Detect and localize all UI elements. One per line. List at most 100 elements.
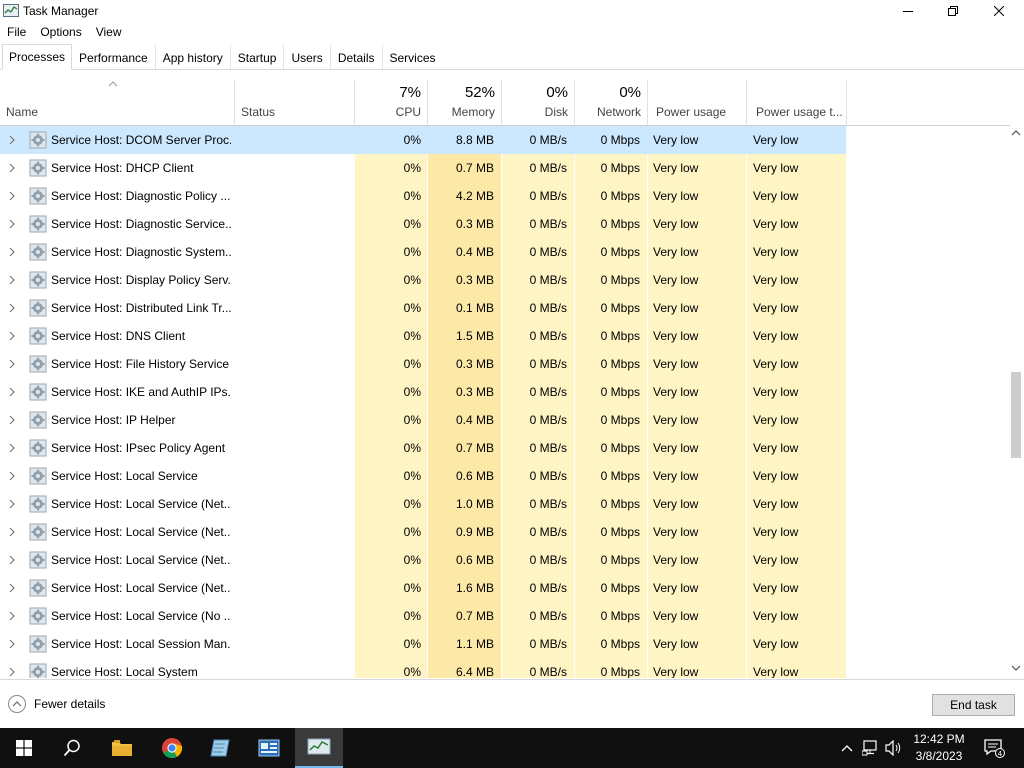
expand-chevron-icon[interactable] (8, 582, 16, 594)
cell-cpu: 0% (403, 385, 421, 399)
menu-file[interactable]: File (0, 22, 33, 42)
expand-chevron-icon[interactable] (8, 246, 16, 258)
expand-chevron-icon[interactable] (8, 554, 16, 566)
scrollbar-thumb[interactable] (1011, 372, 1021, 458)
network-icon (862, 740, 877, 756)
taskbar-clock[interactable]: 12:42 PM 3/8/2023 (904, 731, 974, 765)
column-header-power-usage-trend[interactable]: Power usage t... (747, 70, 846, 125)
process-row[interactable]: Service Host: Local Service (Net... 0% 1.6… (0, 574, 846, 602)
process-name: Service Host: Local Service (Net... (51, 497, 231, 511)
process-row[interactable]: Service Host: Diagnostic Policy ... 0% 4.2… (0, 182, 846, 210)
cell-power-usage-trend: Very low (753, 553, 799, 567)
action-center-button[interactable]: 4 (980, 728, 1008, 768)
process-row[interactable]: Service Host: DNS Client 0% 1.5 MB 0 MB/s 0 … (0, 322, 846, 350)
column-header-network[interactable]: 0% Network (575, 70, 647, 125)
column-header-name[interactable]: Name (0, 70, 234, 125)
network-status-button[interactable] (860, 728, 882, 768)
expand-chevron-icon[interactable] (8, 162, 16, 174)
process-row[interactable]: Service Host: Local Service (Net... 0% 0.6… (0, 546, 846, 574)
process-row[interactable]: Service Host: DCOM Server Proc... 0% 8.8 M… (0, 126, 846, 154)
process-row[interactable]: Service Host: Local Session Man... 0% 1.1 … (0, 630, 846, 658)
tab-processes[interactable]: Processes (2, 44, 73, 70)
tab-users[interactable]: Users (284, 45, 329, 69)
network-app-icon (258, 739, 280, 757)
expand-chevron-icon[interactable] (8, 526, 16, 538)
expand-chevron-icon[interactable] (8, 470, 16, 482)
cell-memory: 1.1 MB (455, 637, 494, 651)
vertical-scrollbar[interactable] (1008, 126, 1024, 678)
tab-details[interactable]: Details (331, 45, 382, 69)
start-button[interactable] (0, 728, 48, 768)
process-row[interactable]: Service Host: Local System 0% 6.4 MB 0 MB/s… (0, 658, 846, 678)
column-header-disk[interactable]: 0% Disk (502, 70, 574, 125)
tab-services[interactable]: Services (383, 45, 443, 69)
expand-chevron-icon[interactable] (8, 330, 16, 342)
column-header-memory[interactable]: 52% Memory (428, 70, 501, 125)
cell-cpu: 0% (403, 469, 421, 483)
task-manager-icon (307, 738, 331, 755)
column-label-status: Status (241, 105, 276, 119)
process-name: Service Host: Diagnostic Policy ... (51, 189, 231, 203)
scroll-down-icon[interactable] (1011, 664, 1021, 672)
tab-performance[interactable]: Performance (72, 45, 155, 69)
cell-power-usage: Very low (653, 413, 699, 427)
expand-chevron-icon[interactable] (8, 386, 16, 398)
cell-network: 0 Mbps (600, 161, 640, 175)
taskbar-network-app[interactable] (245, 728, 293, 768)
taskbar-notepad[interactable] (196, 728, 244, 768)
process-row[interactable]: Service Host: Local Service (Net... 0% 0.9… (0, 518, 846, 546)
process-row[interactable]: Service Host: File History Service 0% 0.3 … (0, 350, 846, 378)
column-divider[interactable] (846, 80, 847, 125)
process-row[interactable]: Service Host: Diagnostic Service... 0% 0.3… (0, 210, 846, 238)
process-row[interactable]: Service Host: Display Policy Serv... 0% 0.… (0, 266, 846, 294)
menu-view[interactable]: View (89, 22, 129, 42)
taskbar-search-button[interactable] (48, 728, 96, 768)
show-hidden-icons-button[interactable] (838, 728, 856, 768)
cell-network: 0 Mbps (600, 497, 640, 511)
taskbar-task-manager[interactable] (295, 728, 343, 768)
tab-app-history[interactable]: App history (156, 45, 230, 69)
expand-chevron-icon[interactable] (8, 498, 16, 510)
volume-button[interactable] (884, 728, 904, 768)
expand-chevron-icon[interactable] (8, 190, 16, 202)
cell-cpu: 0% (403, 245, 421, 259)
column-header-power-usage[interactable]: Power usage (648, 70, 746, 125)
minimize-button[interactable] (885, 0, 931, 22)
scroll-up-icon[interactable] (1011, 129, 1021, 137)
tab-startup[interactable]: Startup (231, 45, 284, 69)
process-row[interactable]: Service Host: Diagnostic System... 0% 0.4 … (0, 238, 846, 266)
process-row[interactable]: Service Host: Local Service (Net... 0% 1.0… (0, 490, 846, 518)
menu-options[interactable]: Options (33, 22, 88, 42)
expand-chevron-icon[interactable] (8, 218, 16, 230)
process-row[interactable]: Service Host: DHCP Client 0% 0.7 MB 0 MB/s 0… (0, 154, 846, 182)
process-row[interactable]: Service Host: Local Service (No ... 0% 0.7… (0, 602, 846, 630)
expand-chevron-icon[interactable] (8, 302, 16, 314)
expand-chevron-icon[interactable] (8, 274, 16, 286)
cell-power-usage: Very low (653, 217, 699, 231)
expand-chevron-icon[interactable] (8, 666, 16, 678)
process-row[interactable]: Service Host: IP Helper 0% 0.4 MB 0 MB/s 0 M… (0, 406, 846, 434)
taskbar-file-explorer[interactable] (98, 728, 146, 768)
expand-chevron-icon[interactable] (8, 134, 16, 146)
close-button[interactable] (976, 0, 1022, 22)
cell-memory: 0.1 MB (455, 301, 494, 315)
end-task-button[interactable]: End task (932, 694, 1015, 716)
expand-chevron-icon[interactable] (8, 610, 16, 622)
process-row[interactable]: Service Host: IKE and AuthIP IPs... 0% 0.3… (0, 378, 846, 406)
close-icon (994, 6, 1004, 16)
column-header-status[interactable]: Status (235, 70, 354, 125)
fewer-details-button[interactable]: Fewer details (8, 695, 105, 713)
expand-chevron-icon[interactable] (8, 442, 16, 454)
restore-button[interactable] (930, 0, 976, 22)
expand-chevron-icon[interactable] (8, 414, 16, 426)
cell-power-usage: Very low (653, 133, 699, 147)
expand-chevron-icon[interactable] (8, 358, 16, 370)
expand-chevron-icon[interactable] (8, 638, 16, 650)
column-header-cpu[interactable]: 7% CPU (355, 70, 427, 125)
process-row[interactable]: Service Host: IPsec Policy Agent 0% 0.7 MB… (0, 434, 846, 462)
process-row[interactable]: Service Host: Distributed Link Tr... 0% 0.… (0, 294, 846, 322)
cell-memory: 0.3 MB (455, 217, 494, 231)
process-row[interactable]: Service Host: Local Service 0% 0.6 MB 0 MB/… (0, 462, 846, 490)
cell-power-usage: Very low (653, 581, 699, 595)
taskbar-chrome[interactable] (148, 728, 196, 768)
